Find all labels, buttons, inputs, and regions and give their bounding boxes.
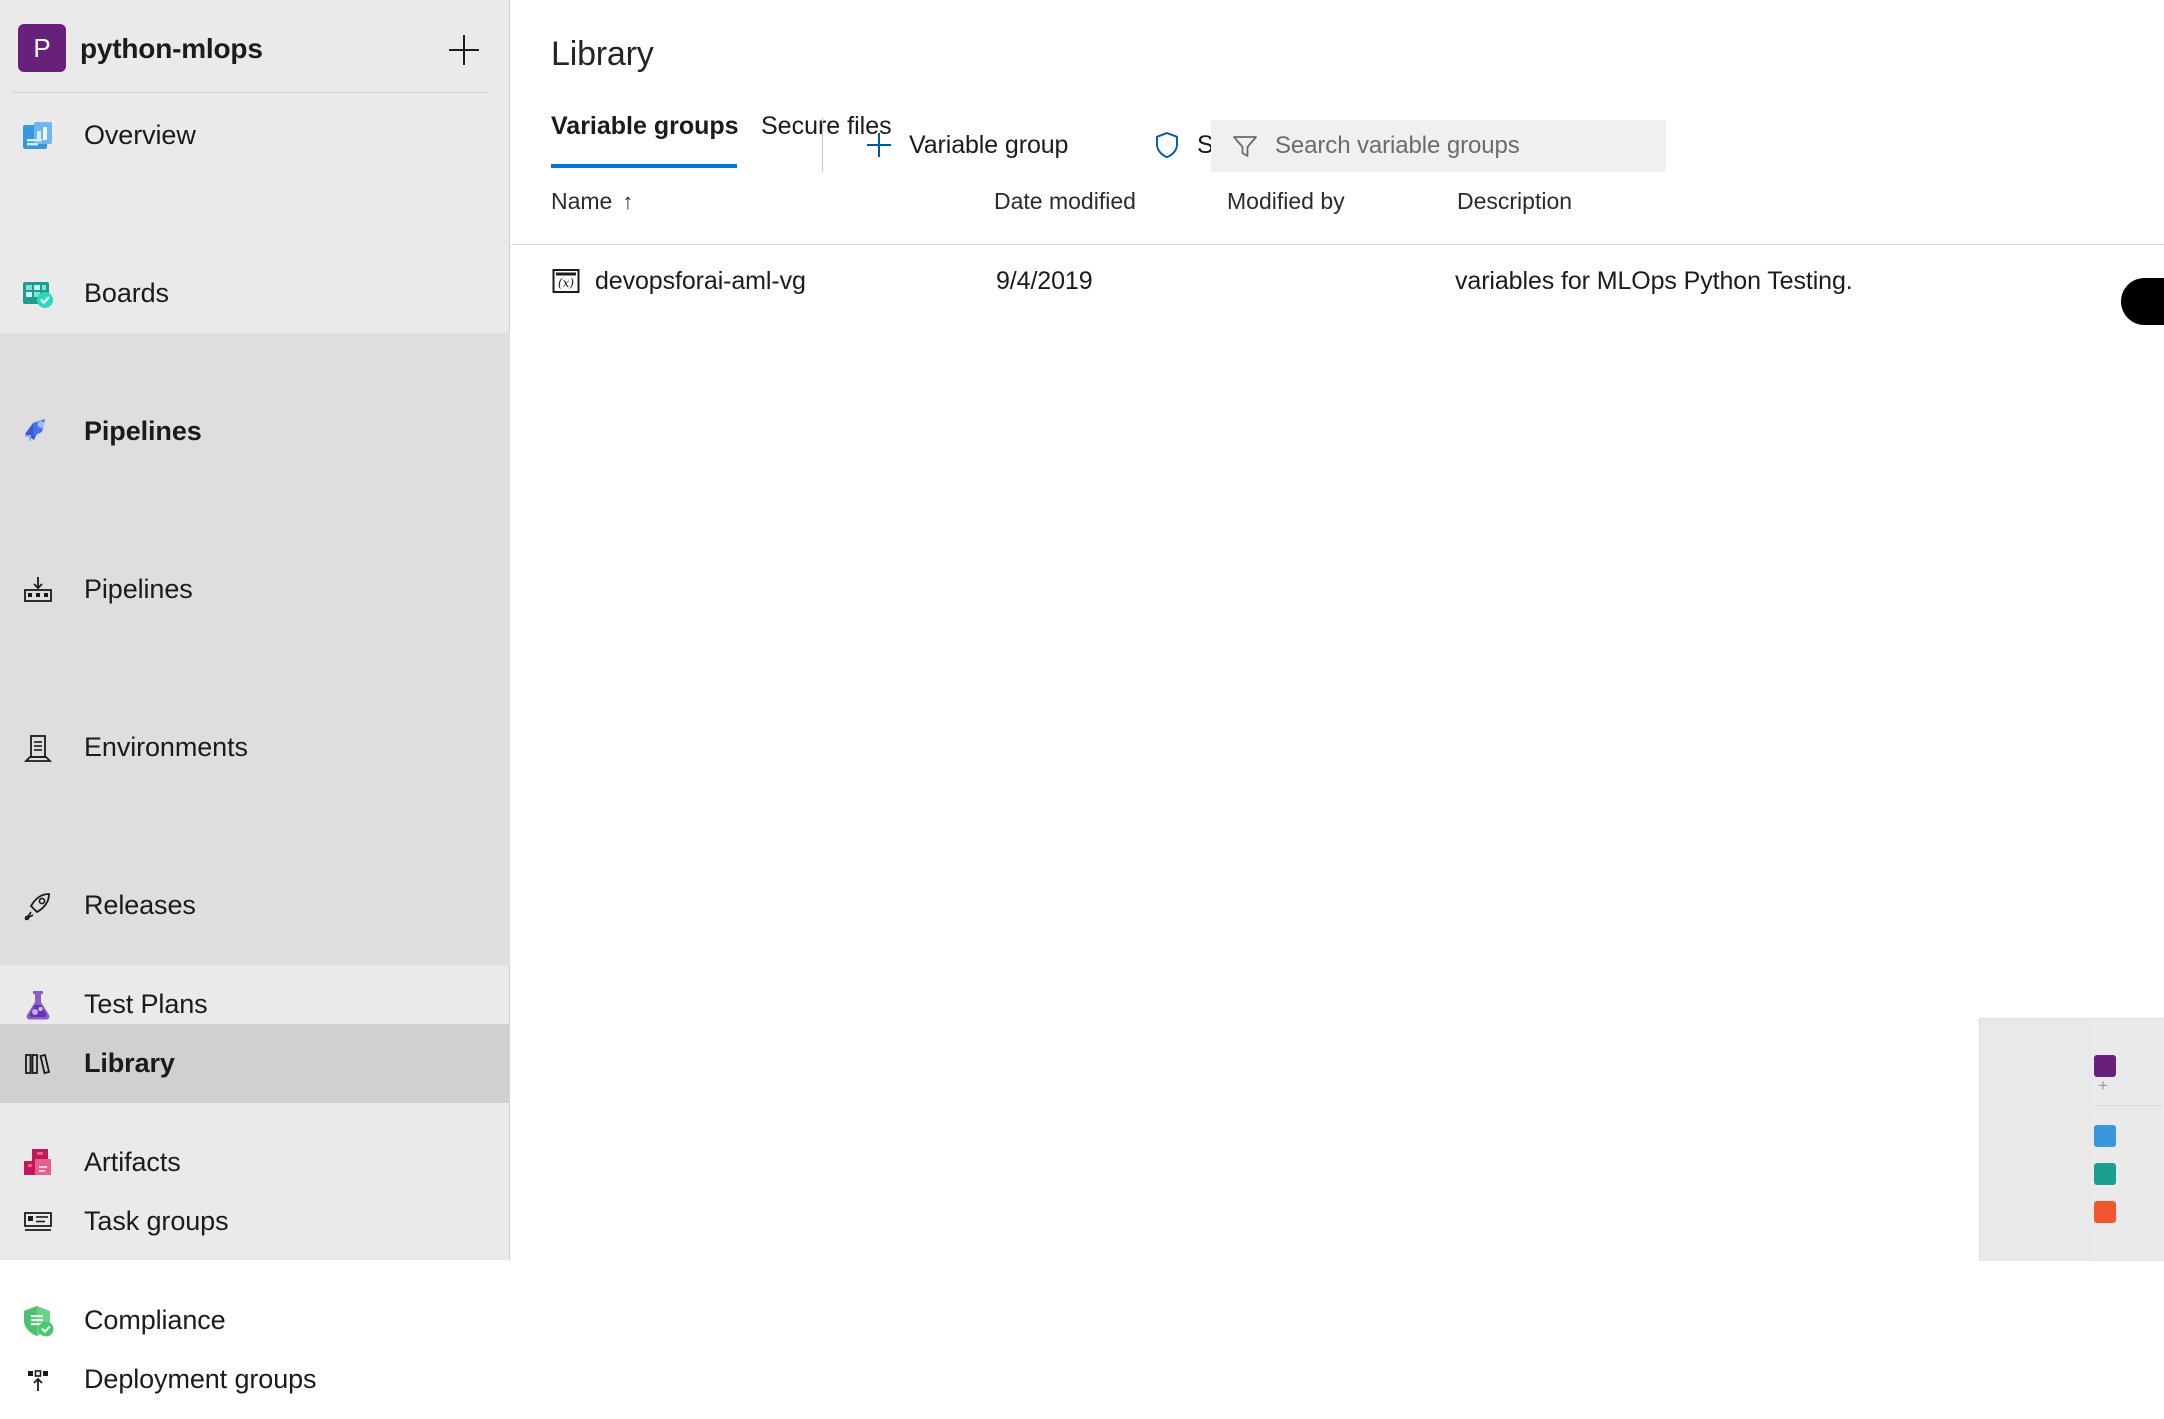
project-initial: P: [33, 33, 50, 64]
tab-active-underline: [551, 164, 737, 168]
search-placeholder: Search variable groups: [1275, 132, 1520, 160]
sidebar-group-core: Overview Boards: [0, 96, 510, 333]
column-header-name[interactable]: Name ↑: [551, 188, 633, 215]
boards-icon: [18, 274, 58, 314]
column-header-modified-by[interactable]: Modified by: [1227, 188, 1345, 215]
plus-icon: [440, 26, 488, 74]
sidebar-divider: [12, 92, 490, 93]
table-row[interactable]: (x) devopsforai-aml-vg 9/4/2019 variable…: [511, 245, 2164, 317]
sidebar: P python-mlops Overview: [0, 0, 510, 1260]
sidebar-group-extras: Test Plans Artifacts: [0, 965, 510, 1260]
sidebar-item-label: Releases: [84, 890, 196, 921]
sidebar-item-label: Test Plans: [84, 989, 208, 1020]
sidebar-item-environments[interactable]: Environments: [0, 708, 510, 787]
cell-name: devopsforai-aml-vg: [595, 245, 806, 317]
tab-variable-groups[interactable]: Variable groups: [551, 112, 739, 168]
thumbnail-plus-icon: +: [2098, 1077, 2108, 1094]
screenshot-thumbnail-overlay: +: [1979, 1018, 2164, 1261]
pipelines-hub-icon: [18, 412, 58, 452]
thumbnail-overview-icon: [2094, 1125, 2116, 1147]
search-variable-groups-field[interactable]: Search variable groups: [1211, 120, 1666, 172]
thumbnail-project-avatar: [2094, 1055, 2116, 1077]
column-label: Name: [551, 188, 612, 215]
table-header: Name ↑ Date modified Modified by Descrip…: [511, 188, 2164, 244]
overview-icon: [18, 116, 58, 156]
sidebar-item-label: Artifacts: [84, 1147, 181, 1178]
main-content: Library Variable groups Secure files Var…: [511, 0, 2164, 1260]
cell-modified-by: [1227, 245, 1457, 317]
shield-icon: [1149, 127, 1185, 163]
page-title: Library: [551, 35, 654, 74]
project-header: P python-mlops: [0, 0, 510, 96]
sidebar-item-overview[interactable]: Overview: [0, 96, 510, 175]
test-plans-icon: [18, 985, 58, 1025]
environments-icon: [18, 728, 58, 768]
redaction-bar: [2121, 278, 2164, 325]
column-header-description[interactable]: Description: [1457, 188, 1572, 215]
thumbnail-sidebar-preview: +: [2090, 1019, 2164, 1261]
sort-ascending-icon: ↑: [622, 189, 633, 215]
variable-group-icon: (x): [551, 266, 581, 296]
sidebar-item-label: Pipelines: [84, 574, 193, 605]
add-variable-group-button[interactable]: Variable group: [861, 120, 1068, 170]
thumbnail-blank-area: [1980, 1019, 2090, 1261]
sidebar-item-label: Pipelines: [84, 416, 202, 447]
sidebar-item-label: Boards: [84, 278, 169, 309]
thumbnail-boards-icon: [2094, 1163, 2116, 1185]
filter-funnel-icon: [1229, 130, 1261, 162]
add-project-button[interactable]: [440, 26, 488, 74]
sidebar-item-boards[interactable]: Boards: [0, 254, 510, 333]
column-header-date-modified[interactable]: Date modified: [994, 188, 1136, 215]
sidebar-item-test-plans[interactable]: Test Plans: [0, 965, 510, 1044]
pipelines-icon: [18, 570, 58, 610]
sidebar-item-compliance[interactable]: Compliance: [0, 1281, 510, 1360]
sidebar-item-pipelines[interactable]: Pipelines: [0, 550, 510, 629]
cell-date-modified: 9/4/2019: [996, 245, 1093, 317]
sidebar-group-pipelines: Pipelines Pipelines: [0, 333, 510, 965]
artifacts-icon: [18, 1143, 58, 1183]
sidebar-item-label: Environments: [84, 732, 248, 763]
compliance-icon: [18, 1301, 58, 1341]
project-avatar: P: [18, 24, 66, 72]
sidebar-item-pipelines-hub[interactable]: Pipelines: [0, 392, 510, 471]
sidebar-item-artifacts[interactable]: Artifacts: [0, 1123, 510, 1202]
plus-icon: [861, 127, 897, 163]
deployment-groups-icon: [18, 1360, 58, 1400]
command-label: Variable group: [909, 131, 1068, 160]
thumbnail-divider: [2092, 1105, 2162, 1106]
releases-rocket-icon: [18, 886, 58, 926]
sidebar-item-label: Compliance: [84, 1305, 226, 1336]
svg-text:(x): (x): [558, 276, 574, 290]
sidebar-item-label: Deployment groups: [84, 1364, 316, 1395]
cell-description: variables for MLOps Python Testing.: [1455, 245, 1853, 317]
project-name: python-mlops: [80, 33, 263, 65]
sidebar-item-releases[interactable]: Releases: [0, 866, 510, 945]
thumbnail-repos-icon: [2094, 1201, 2116, 1223]
toolbar-separator: [822, 118, 823, 172]
sidebar-item-label: Overview: [84, 120, 196, 151]
